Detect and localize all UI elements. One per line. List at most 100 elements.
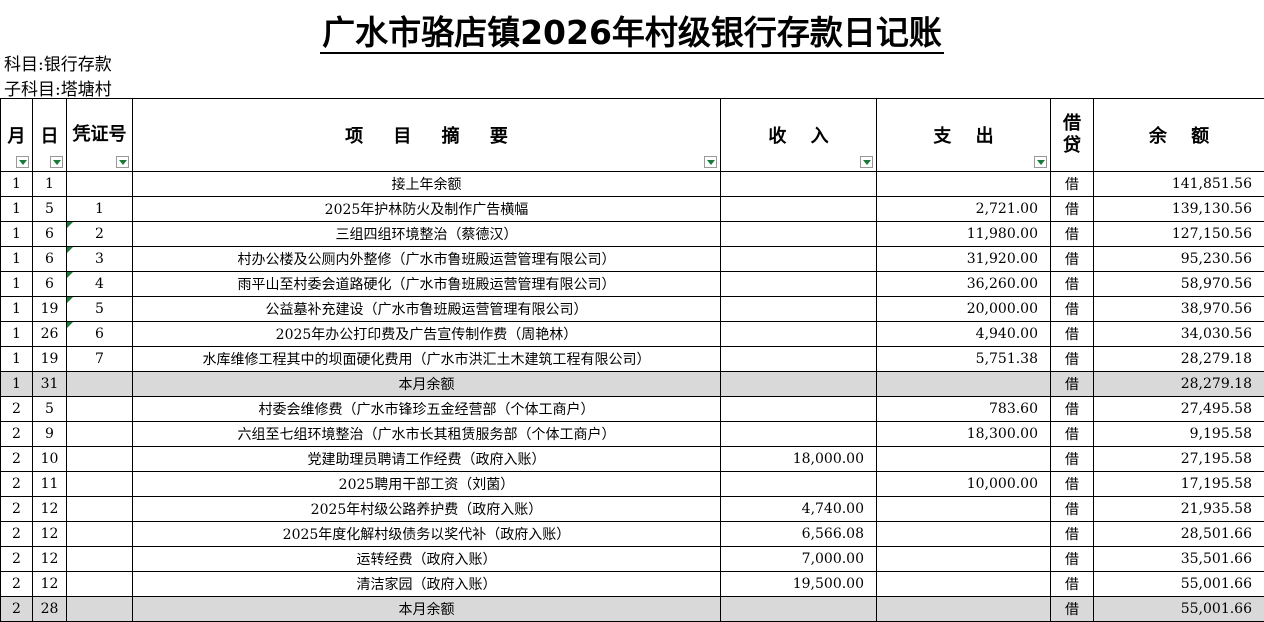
cell-voucher[interactable] <box>66 171 133 197</box>
cell-day[interactable]: 10 <box>32 446 67 472</box>
cell-month[interactable]: 1 <box>0 246 33 272</box>
cell-balance[interactable]: 35,501.66 <box>1093 546 1264 572</box>
cell-expense[interactable] <box>876 446 1051 472</box>
cell-expense[interactable]: 31,920.00 <box>876 246 1051 272</box>
cell-income[interactable] <box>720 371 877 397</box>
cell-debit-credit[interactable]: 借 <box>1050 471 1094 497</box>
cell-day[interactable]: 11 <box>32 471 67 497</box>
cell-income[interactable] <box>720 221 877 247</box>
cell-expense[interactable] <box>876 596 1051 622</box>
cell-day[interactable]: 19 <box>32 346 67 372</box>
cell-summary[interactable]: 党建助理员聘请工作经费（政府入账） <box>132 446 721 472</box>
cell-month[interactable]: 1 <box>0 371 33 397</box>
cell-income[interactable]: 18,000.00 <box>720 446 877 472</box>
cell-voucher[interactable] <box>66 471 133 497</box>
cell-debit-credit[interactable]: 借 <box>1050 421 1094 447</box>
cell-month[interactable]: 1 <box>0 196 33 222</box>
cell-month[interactable]: 2 <box>0 396 33 422</box>
cell-income[interactable] <box>720 421 877 447</box>
cell-income[interactable] <box>720 296 877 322</box>
cell-day[interactable]: 6 <box>32 221 67 247</box>
cell-balance[interactable]: 139,130.56 <box>1093 196 1264 222</box>
cell-balance[interactable]: 141,851.56 <box>1093 171 1264 197</box>
cell-debit-credit[interactable]: 借 <box>1050 296 1094 322</box>
filter-dropdown-icon[interactable] <box>16 156 29 168</box>
cell-balance[interactable]: 27,495.58 <box>1093 396 1264 422</box>
cell-month[interactable]: 2 <box>0 546 33 572</box>
cell-expense[interactable]: 20,000.00 <box>876 296 1051 322</box>
cell-month[interactable]: 1 <box>0 171 33 197</box>
cell-expense[interactable]: 11,980.00 <box>876 221 1051 247</box>
cell-voucher[interactable] <box>66 396 133 422</box>
cell-debit-credit[interactable]: 借 <box>1050 246 1094 272</box>
cell-voucher[interactable]: 5 <box>66 296 133 322</box>
cell-summary[interactable]: 运转经费（政府入账） <box>132 546 721 572</box>
cell-expense[interactable]: 10,000.00 <box>876 471 1051 497</box>
cell-balance[interactable]: 34,030.56 <box>1093 321 1264 347</box>
cell-balance[interactable]: 28,501.66 <box>1093 521 1264 547</box>
cell-day[interactable]: 5 <box>32 196 67 222</box>
cell-balance[interactable]: 21,935.58 <box>1093 496 1264 522</box>
cell-day[interactable]: 12 <box>32 521 67 547</box>
cell-day[interactable]: 12 <box>32 496 67 522</box>
cell-month[interactable]: 2 <box>0 446 33 472</box>
cell-day[interactable]: 5 <box>32 396 67 422</box>
cell-summary[interactable]: 清洁家园（政府入账） <box>132 571 721 597</box>
cell-debit-credit[interactable]: 借 <box>1050 446 1094 472</box>
cell-voucher[interactable]: 4 <box>66 271 133 297</box>
cell-income[interactable]: 6,566.08 <box>720 521 877 547</box>
cell-income[interactable]: 19,500.00 <box>720 571 877 597</box>
filter-dropdown-icon[interactable] <box>860 156 873 168</box>
filter-dropdown-icon[interactable] <box>704 156 717 168</box>
cell-summary[interactable]: 三组四组环境整治（蔡德汉） <box>132 221 721 247</box>
cell-summary[interactable]: 村委会维修费（广水市锋珍五金经营部（个体工商户） <box>132 396 721 422</box>
cell-income[interactable] <box>720 596 877 622</box>
cell-expense[interactable]: 783.60 <box>876 396 1051 422</box>
cell-income[interactable] <box>720 396 877 422</box>
cell-month[interactable]: 1 <box>0 271 33 297</box>
cell-expense[interactable] <box>876 521 1051 547</box>
cell-voucher[interactable] <box>66 571 133 597</box>
cell-expense[interactable]: 4,940.00 <box>876 321 1051 347</box>
cell-summary[interactable]: 本月余额 <box>132 371 721 397</box>
cell-balance[interactable]: 17,195.58 <box>1093 471 1264 497</box>
cell-expense[interactable]: 36,260.00 <box>876 271 1051 297</box>
cell-debit-credit[interactable]: 借 <box>1050 196 1094 222</box>
cell-voucher[interactable] <box>66 521 133 547</box>
cell-income[interactable]: 4,740.00 <box>720 496 877 522</box>
cell-summary[interactable]: 村办公楼及公厕内外整修（广水市鲁班殿运营管理有限公司） <box>132 246 721 272</box>
cell-expense[interactable] <box>876 571 1051 597</box>
cell-balance[interactable]: 28,279.18 <box>1093 371 1264 397</box>
cell-balance[interactable]: 55,001.66 <box>1093 571 1264 597</box>
cell-day[interactable]: 6 <box>32 271 67 297</box>
cell-day[interactable]: 12 <box>32 571 67 597</box>
cell-balance[interactable]: 9,195.58 <box>1093 421 1264 447</box>
cell-summary[interactable]: 2025年办公打印费及广告宣传制作费（周艳林） <box>132 321 721 347</box>
cell-voucher[interactable]: 7 <box>66 346 133 372</box>
cell-summary[interactable]: 2025年村级公路养护费（政府入账） <box>132 496 721 522</box>
cell-expense[interactable]: 18,300.00 <box>876 421 1051 447</box>
cell-month[interactable]: 1 <box>0 296 33 322</box>
cell-summary[interactable]: 2025年度化解村级债务以奖代补（政府入账） <box>132 521 721 547</box>
cell-debit-credit[interactable]: 借 <box>1050 221 1094 247</box>
cell-day[interactable]: 28 <box>32 596 67 622</box>
cell-debit-credit[interactable]: 借 <box>1050 396 1094 422</box>
cell-summary[interactable]: 六组至七组环境整治（广水市长其租赁服务部（个体工商户） <box>132 421 721 447</box>
cell-voucher[interactable] <box>66 596 133 622</box>
filter-dropdown-icon[interactable] <box>50 156 63 168</box>
cell-month[interactable]: 2 <box>0 471 33 497</box>
cell-debit-credit[interactable]: 借 <box>1050 571 1094 597</box>
cell-month[interactable]: 1 <box>0 321 33 347</box>
cell-day[interactable]: 6 <box>32 246 67 272</box>
cell-debit-credit[interactable]: 借 <box>1050 596 1094 622</box>
cell-day[interactable]: 12 <box>32 546 67 572</box>
cell-summary[interactable]: 水库维修工程其中的坝面硬化费用（广水市洪汇土木建筑工程有限公司） <box>132 346 721 372</box>
cell-debit-credit[interactable]: 借 <box>1050 321 1094 347</box>
cell-month[interactable]: 2 <box>0 421 33 447</box>
filter-dropdown-icon[interactable] <box>116 156 129 168</box>
cell-balance[interactable]: 127,150.56 <box>1093 221 1264 247</box>
cell-balance[interactable]: 28,279.18 <box>1093 346 1264 372</box>
cell-balance[interactable]: 58,970.56 <box>1093 271 1264 297</box>
cell-voucher[interactable]: 1 <box>66 196 133 222</box>
cell-day[interactable]: 1 <box>32 171 67 197</box>
